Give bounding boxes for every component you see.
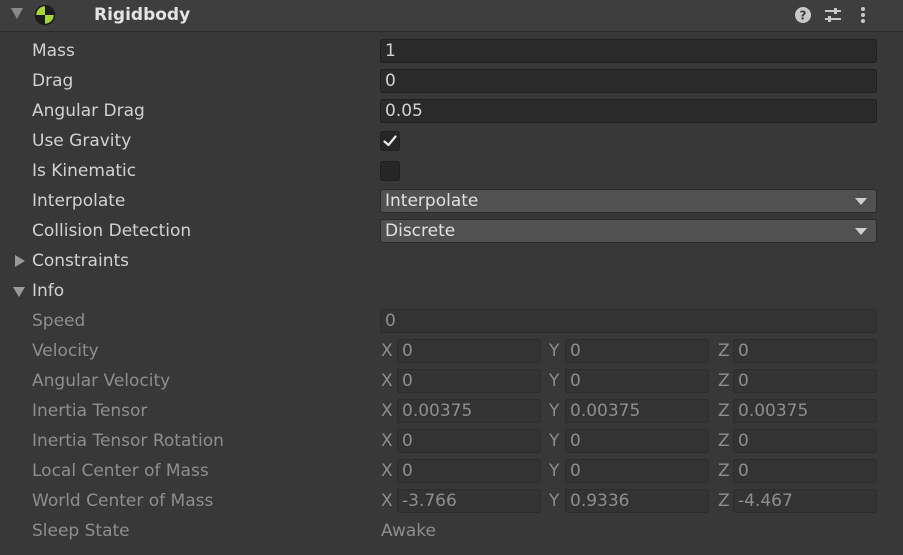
is-kinematic-label: Is Kinematic <box>32 161 137 181</box>
physics-icon <box>34 4 56 26</box>
use-gravity-label: Use Gravity <box>32 131 132 151</box>
z-axis-label: Z <box>718 341 730 361</box>
vector-label: Inertia Tensor Rotation <box>32 431 224 451</box>
dropdown-arrow-icon <box>855 198 867 205</box>
y-axis-label: Y <box>549 341 560 361</box>
z-axis-label: Z <box>718 461 730 481</box>
y-field: 0 <box>565 459 709 483</box>
z-field: 0 <box>733 429 877 453</box>
collision-detection-label: Collision Detection <box>32 221 192 241</box>
dropdown-arrow-icon <box>855 228 867 235</box>
vector-label: Inertia Tensor <box>32 401 148 421</box>
vector-label: World Center of Mass <box>32 491 214 511</box>
y-axis-label: Y <box>549 491 560 511</box>
y-axis-label: Y <box>549 461 560 481</box>
angular-drag-label: Angular Drag <box>32 101 145 121</box>
x-field: 0 <box>397 369 541 393</box>
y-axis-label: Y <box>549 431 560 451</box>
y-axis-label: Y <box>549 371 560 391</box>
mass-field[interactable]: 1 <box>380 39 877 63</box>
x-field: -3.766 <box>397 489 541 513</box>
speed-field: 0 <box>380 309 877 333</box>
component-header: Rigidbody ? <box>0 0 903 32</box>
x-axis-label: X <box>381 461 393 481</box>
y-field: 0 <box>565 339 709 363</box>
x-field: 0.00375 <box>397 399 541 423</box>
x-axis-label: X <box>381 401 393 421</box>
component-title: Rigidbody <box>94 5 191 25</box>
interpolate-dropdown[interactable]: Interpolate <box>380 189 877 213</box>
presets-icon[interactable] <box>823 5 843 25</box>
interpolate-value: Interpolate <box>385 191 479 211</box>
z-field: 0 <box>733 339 877 363</box>
collision-detection-dropdown[interactable]: Discrete <box>380 219 877 243</box>
vector-label: Angular Velocity <box>32 371 171 391</box>
interpolate-label: Interpolate <box>32 191 126 211</box>
z-field: -4.467 <box>733 489 877 513</box>
z-axis-label: Z <box>718 401 730 421</box>
checkmark-icon <box>383 135 397 147</box>
mass-label: Mass <box>32 41 75 61</box>
x-field: 0 <box>397 459 541 483</box>
y-field: 0 <box>565 369 709 393</box>
vector-label: Velocity <box>32 341 99 361</box>
sleep-state-value: Awake <box>381 521 436 541</box>
z-field: 0.00375 <box>733 399 877 423</box>
angular-drag-field[interactable]: 0.05 <box>380 99 877 123</box>
sleep-state-label: Sleep State <box>32 521 130 541</box>
y-field: 0.00375 <box>565 399 709 423</box>
svg-text:?: ? <box>800 9 807 23</box>
speed-label: Speed <box>32 311 86 331</box>
x-axis-label: X <box>381 371 393 391</box>
drag-label: Drag <box>32 71 74 91</box>
y-axis-label: Y <box>549 401 560 421</box>
z-axis-label: Z <box>718 371 730 391</box>
x-field: 0 <box>397 339 541 363</box>
collision-detection-value: Discrete <box>385 221 456 241</box>
x-axis-label: X <box>381 431 393 451</box>
help-icon[interactable]: ? <box>793 5 813 25</box>
info-foldout-label[interactable]: Info <box>32 279 64 303</box>
z-field: 0 <box>733 459 877 483</box>
drag-field[interactable]: 0 <box>380 69 877 93</box>
y-field: 0 <box>565 429 709 453</box>
z-axis-label: Z <box>718 431 730 451</box>
x-axis-label: X <box>381 341 393 361</box>
x-axis-label: X <box>381 491 393 511</box>
more-icon[interactable] <box>853 5 873 25</box>
x-field: 0 <box>397 429 541 453</box>
constraints-foldout-label[interactable]: Constraints <box>32 249 129 273</box>
info-foldout-icon[interactable] <box>13 287 25 297</box>
constraints-foldout-icon[interactable] <box>15 255 25 267</box>
use-gravity-checkbox[interactable] <box>380 131 400 151</box>
foldout-arrow-icon[interactable] <box>11 8 23 19</box>
vector-label: Local Center of Mass <box>32 461 209 481</box>
z-field: 0 <box>733 369 877 393</box>
is-kinematic-checkbox[interactable] <box>380 161 400 181</box>
z-axis-label: Z <box>718 491 730 511</box>
y-field: 0.9336 <box>565 489 709 513</box>
